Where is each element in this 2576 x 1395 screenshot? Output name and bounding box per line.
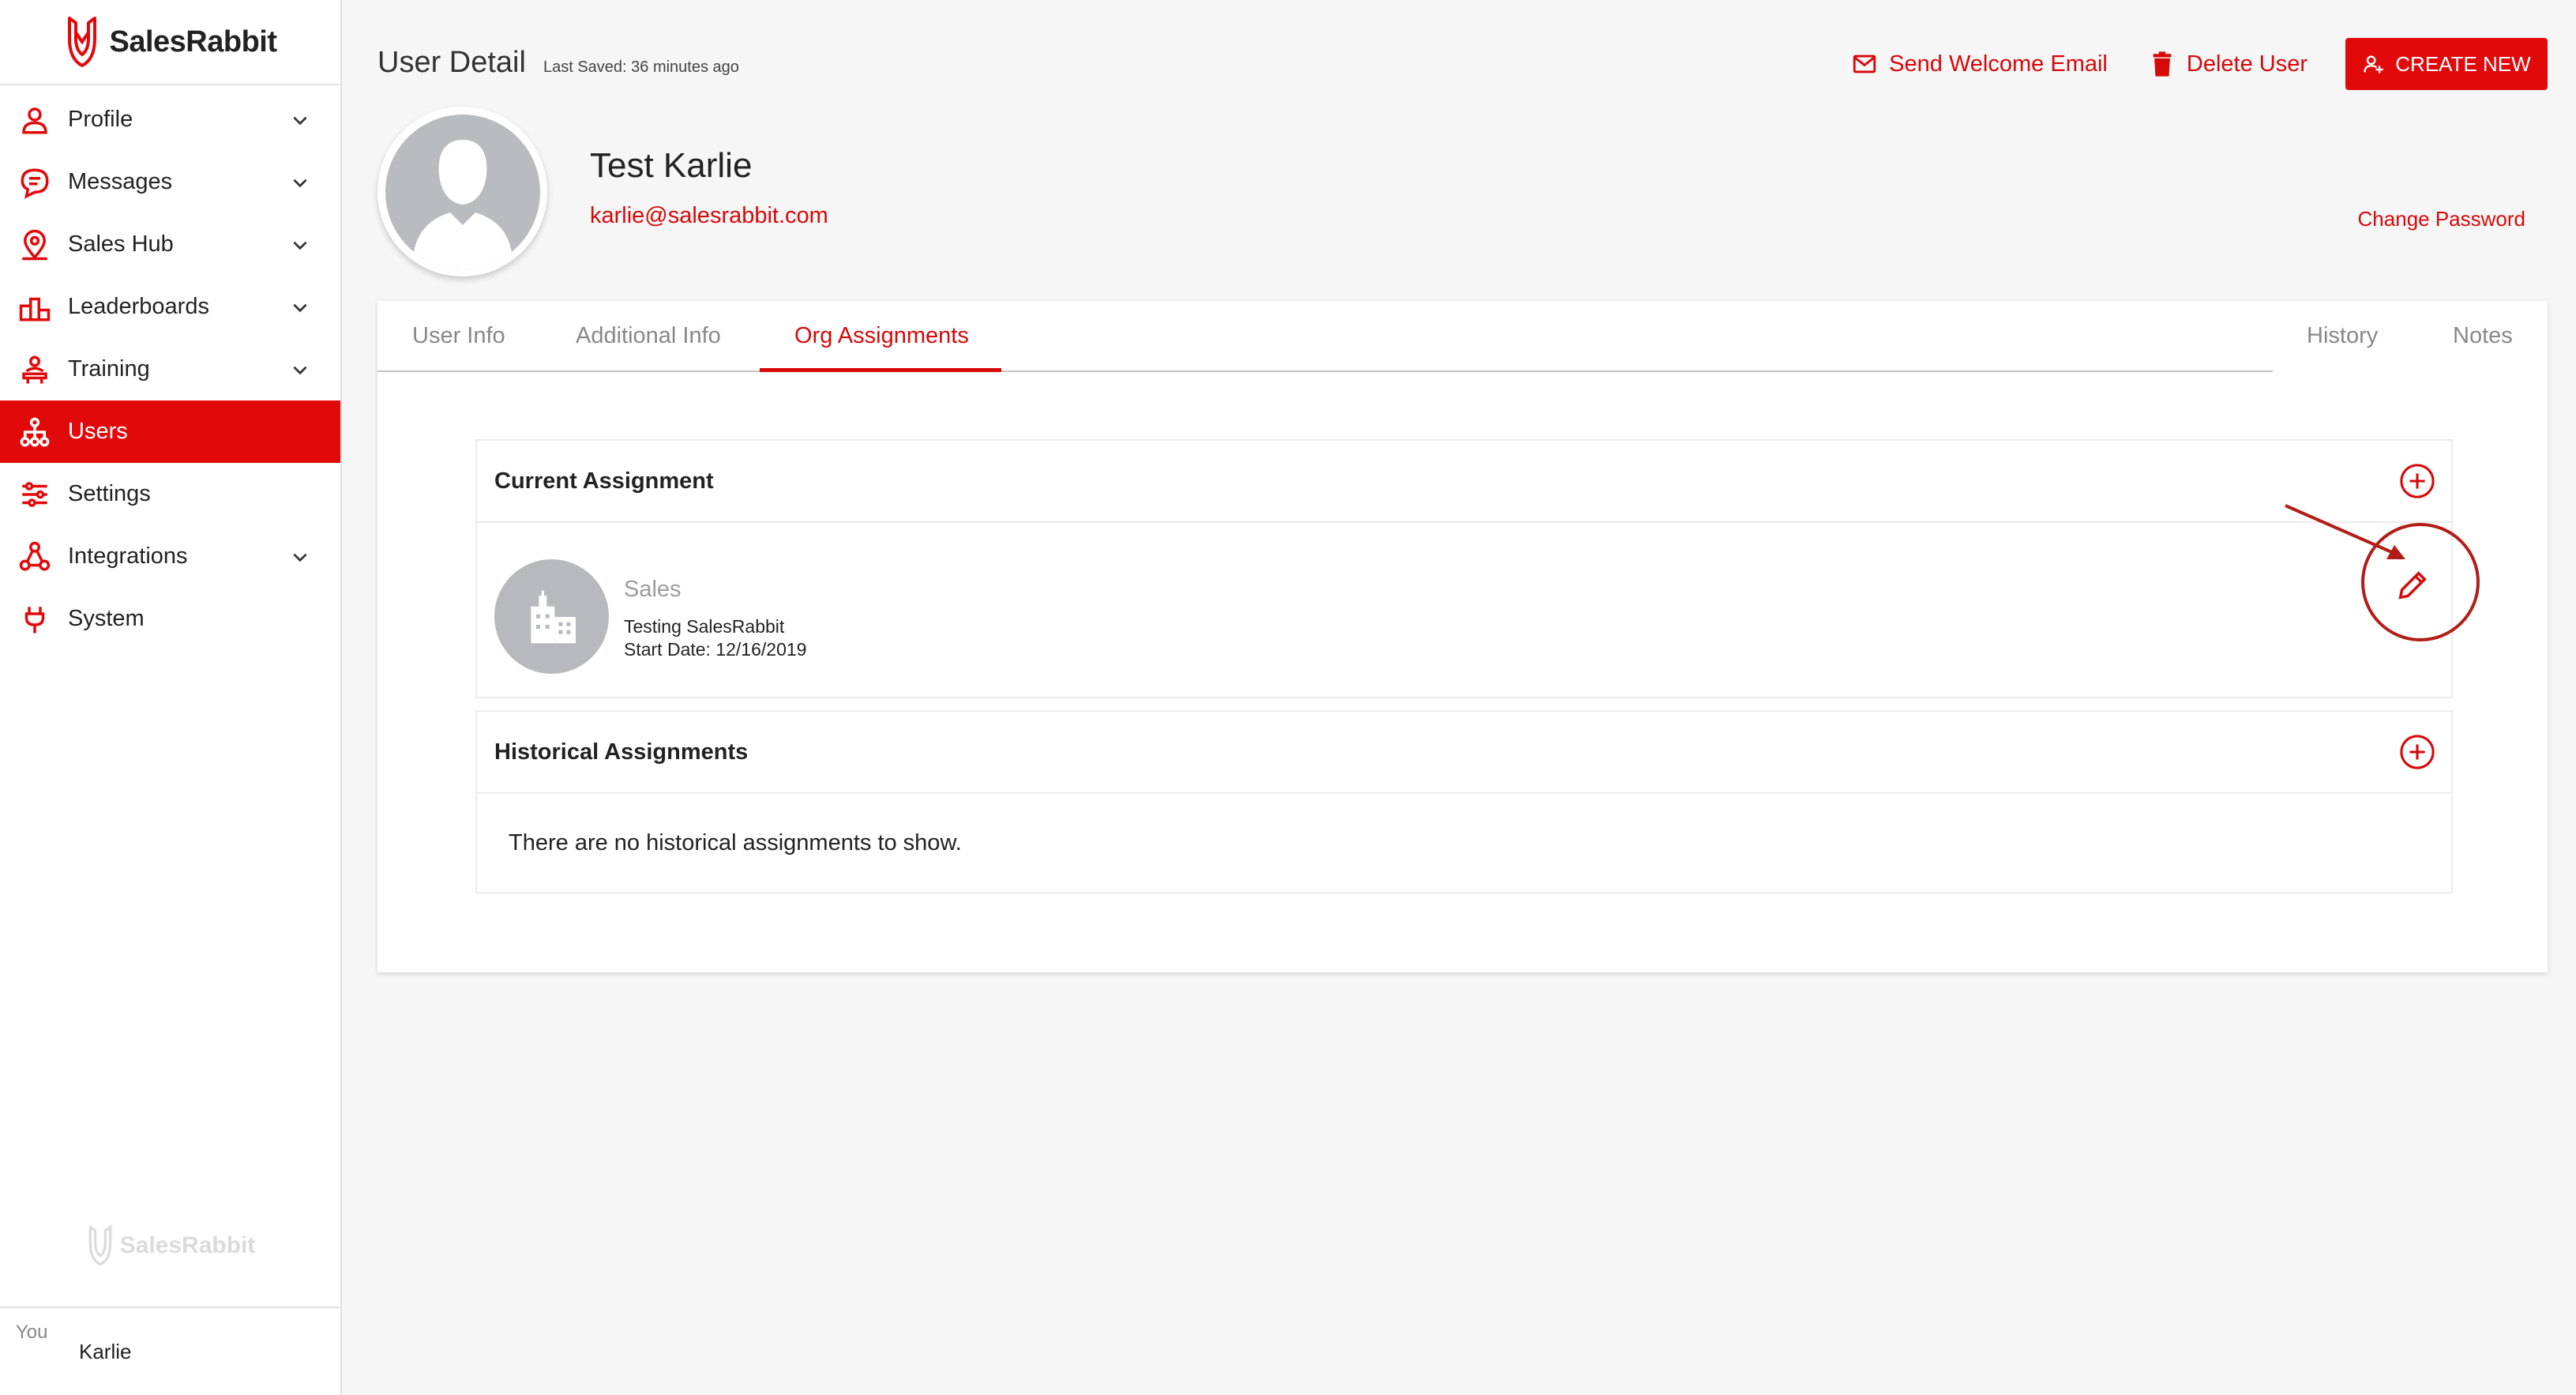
default-avatar-icon — [411, 139, 513, 269]
header-actions: Send Welcome Email Delete User CREATE NE… — [1810, 38, 2548, 90]
current-user-name: Karlie — [79, 1339, 132, 1363]
sidebar: SalesRabbit Profile Messages Sales Hub L… — [0, 0, 342, 1395]
network-icon — [17, 540, 52, 574]
sidebar-item-sales-hub[interactable]: Sales Hub — [0, 213, 340, 276]
tab-history[interactable]: History — [2307, 323, 2378, 349]
send-welcome-email-label: Send Welcome Email — [1889, 51, 2108, 77]
page-header: User Detail Last Saved: 36 minutes ago — [377, 46, 739, 80]
page-title: User Detail — [377, 46, 526, 79]
delete-user-button[interactable]: Delete User — [2149, 51, 2308, 77]
section-header: Current Assignment — [477, 441, 2451, 523]
section-title: Historical Assignments — [494, 739, 749, 765]
logo[interactable]: SalesRabbit — [0, 0, 340, 85]
historical-assignments-section: Historical Assignments There are no hist… — [475, 710, 2453, 893]
start-date: Start Date: 12/16/2019 — [624, 639, 807, 660]
org-avatar — [494, 559, 609, 674]
sidebar-item-label: Training — [68, 356, 150, 382]
add-historical-assignment-button[interactable] — [2399, 734, 2435, 770]
training-icon — [17, 352, 52, 387]
section-title: Current Assignment — [494, 468, 714, 494]
envelope-icon — [1853, 55, 1876, 73]
active-tab-indicator — [760, 368, 1001, 372]
user-email[interactable]: karlie@salesrabbit.com — [590, 203, 828, 229]
brand-name: SalesRabbit — [109, 24, 277, 58]
tab-org-assignments[interactable]: Org Assignments — [794, 323, 969, 349]
chevron-down-icon — [293, 241, 307, 250]
chevron-down-icon — [293, 366, 307, 374]
sidebar-nav: Profile Messages Sales Hub Leaderboards — [0, 88, 340, 650]
delete-user-label: Delete User — [2186, 51, 2308, 77]
current-user[interactable]: You Karlie — [0, 1307, 340, 1395]
tab-user-info[interactable]: User Info — [412, 323, 505, 349]
current-assignment-section: Current Assignment Sales Testing SalesRa… — [475, 439, 2453, 698]
sliders-icon — [17, 477, 52, 512]
trash-icon — [2153, 51, 2172, 77]
rabbit-logo-icon — [88, 1224, 111, 1266]
chevron-down-icon — [293, 116, 307, 125]
sidebar-item-label: Messages — [68, 169, 173, 194]
avatar-alt-text: You — [16, 1324, 48, 1343]
org-chart-icon — [17, 415, 52, 449]
chevron-down-icon — [293, 303, 307, 312]
last-saved: Last Saved: 36 minutes ago — [543, 58, 739, 77]
sidebar-item-settings[interactable]: Settings — [0, 463, 340, 525]
assignment-row: Sales Testing SalesRabbit Start Date: 12… — [477, 523, 2451, 697]
send-welcome-email-button[interactable]: Send Welcome Email — [1851, 51, 2108, 77]
sidebar-item-label: Sales Hub — [68, 231, 174, 257]
chevron-down-icon — [293, 179, 307, 187]
tab-additional-info[interactable]: Additional Info — [576, 323, 721, 349]
empty-state-message: There are no historical assignments to s… — [509, 829, 962, 855]
create-new-label: CREATE NEW — [2395, 51, 2531, 76]
sidebar-item-label: Settings — [68, 481, 151, 506]
org-name: Sales — [624, 577, 682, 602]
chevron-down-icon — [293, 553, 307, 562]
person-icon — [17, 103, 52, 137]
sidebar-item-profile[interactable]: Profile — [0, 88, 340, 151]
sidebar-item-users[interactable]: Users — [0, 400, 340, 463]
sidebar-item-label: Users — [68, 419, 128, 444]
plug-icon — [17, 602, 52, 637]
add-assignment-button[interactable] — [2399, 463, 2435, 499]
user-detail-card: User Info Additional Info Org Assignment… — [377, 301, 2548, 972]
tab-bar: User Info Additional Info Org Assignment… — [377, 301, 2548, 374]
last-saved-value: 36 minutes ago — [631, 58, 739, 76]
section-header: Historical Assignments — [477, 712, 2451, 794]
sidebar-item-label: Integrations — [68, 543, 188, 569]
sidebar-item-messages[interactable]: Messages — [0, 151, 340, 213]
brand-name: SalesRabbit — [119, 1232, 256, 1258]
rabbit-logo-icon — [68, 17, 97, 67]
sidebar-item-integrations[interactable]: Integrations — [0, 525, 340, 588]
chat-icon — [17, 165, 52, 200]
sidebar-item-label: Leaderboards — [68, 294, 209, 319]
user-avatar[interactable] — [377, 107, 547, 276]
sidebar-item-label: System — [68, 606, 145, 631]
building-icon — [530, 590, 576, 643]
org-parent: Testing SalesRabbit — [624, 616, 785, 637]
add-user-icon — [2364, 55, 2384, 73]
sidebar-item-training[interactable]: Training — [0, 338, 340, 400]
last-saved-label: Last Saved: — [543, 58, 627, 76]
user-name: Test Karlie — [590, 146, 753, 185]
sidebar-item-label: Profile — [68, 107, 133, 132]
sidebar-item-system[interactable]: System — [0, 588, 340, 650]
sidebar-item-leaderboards[interactable]: Leaderboards — [0, 276, 340, 338]
footer-logo: SalesRabbit — [0, 1224, 340, 1267]
create-new-button[interactable]: CREATE NEW — [2345, 38, 2548, 90]
podium-icon — [17, 290, 52, 325]
map-pin-icon — [17, 227, 52, 262]
avatar: You — [16, 1324, 63, 1379]
edit-assignment-button[interactable] — [2394, 567, 2431, 603]
tab-notes[interactable]: Notes — [2453, 323, 2513, 349]
change-password-link[interactable]: Change Password — [2358, 207, 2525, 231]
